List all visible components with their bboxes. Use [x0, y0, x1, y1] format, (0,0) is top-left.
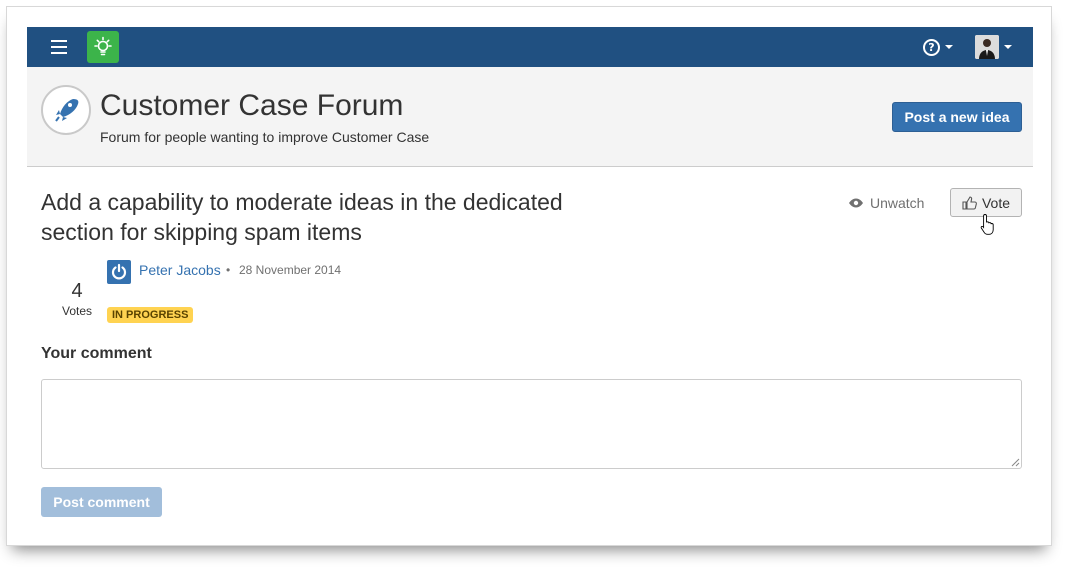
page-subtitle: Forum for people wanting to improve Cust…	[100, 129, 430, 145]
power-icon	[111, 263, 127, 280]
chevron-down-icon	[945, 45, 953, 49]
comment-input[interactable]	[41, 379, 1022, 469]
meta-separator: •	[226, 263, 231, 277]
page-title: Customer Case Forum	[100, 89, 404, 122]
thumbs-up-icon	[962, 195, 977, 210]
lightbulb-icon[interactable]	[87, 31, 119, 63]
unwatch-button[interactable]: Unwatch	[848, 195, 924, 211]
top-navigation-bar: ?	[27, 27, 1033, 67]
vote-count: 4	[71, 280, 83, 302]
help-menu[interactable]: ?	[923, 37, 953, 57]
post-comment-button[interactable]: Post comment	[41, 487, 162, 517]
chevron-down-icon	[1004, 45, 1012, 49]
status-badge: IN PROGRESS	[107, 307, 194, 323]
app-window: ? Customer Case Forum Forum for people w…	[6, 6, 1052, 546]
votes-caption: Votes	[61, 304, 93, 318]
eye-icon	[849, 198, 863, 208]
idea-date: 28 November 2014	[239, 263, 342, 277]
user-avatar	[975, 35, 999, 59]
comment-label: Your comment	[41, 345, 152, 362]
hamburger-menu-icon[interactable]	[51, 40, 67, 54]
user-menu[interactable]	[975, 35, 1012, 59]
idea-title: Add a capability to moderate ideas in th…	[41, 189, 563, 245]
resize-handle-icon[interactable]	[1010, 457, 1020, 467]
unwatch-label: Unwatch	[870, 195, 925, 211]
forum-header: Customer Case Forum Forum for people wan…	[27, 67, 1033, 167]
author-avatar[interactable]	[107, 260, 131, 284]
rocket-icon	[41, 85, 91, 135]
hand-cursor-icon	[980, 214, 994, 235]
author-link[interactable]: Peter Jacobs	[139, 262, 221, 278]
vote-label: Vote	[981, 194, 1011, 211]
help-icon: ?	[923, 38, 940, 56]
post-new-idea-button[interactable]: Post a new idea	[892, 102, 1022, 132]
